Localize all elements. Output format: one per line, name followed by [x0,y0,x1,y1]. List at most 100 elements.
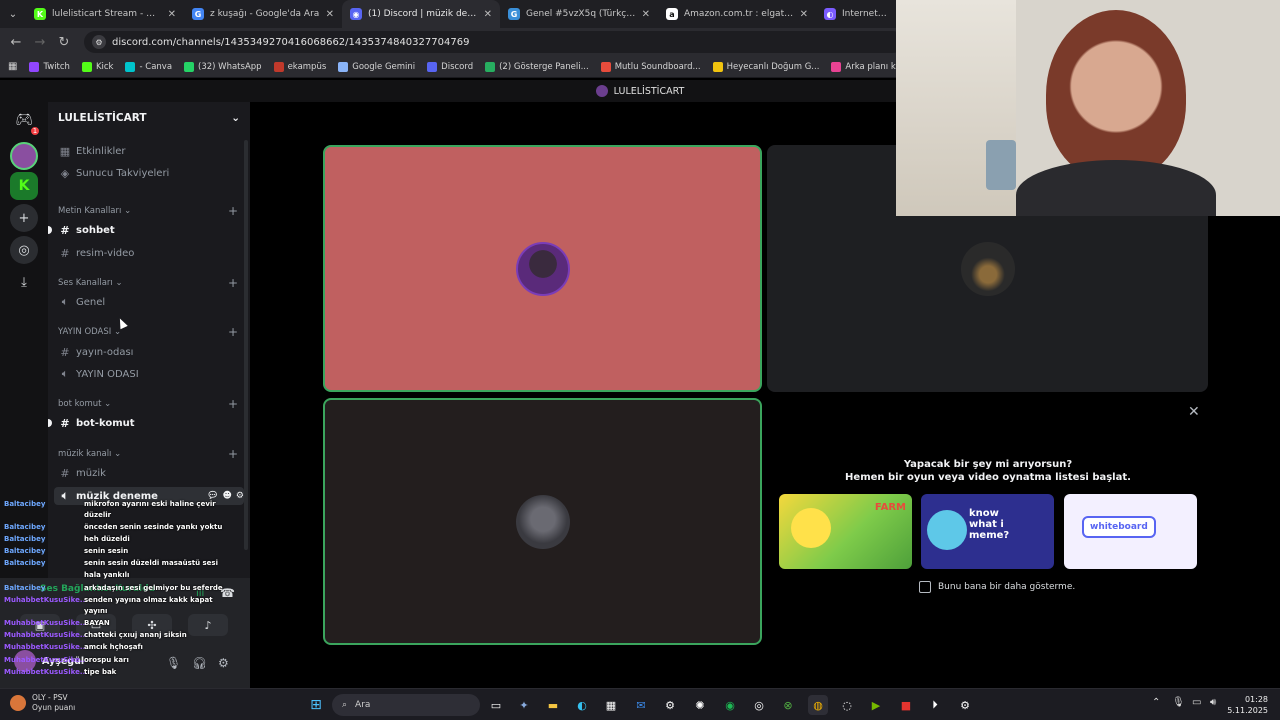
category-text-channels[interactable]: Metin Kanalları ⌄ + [58,204,238,218]
bookmark-favicon-icon [427,61,438,72]
edge-icon[interactable]: ◐ [572,695,592,715]
server-kick-icon[interactable]: K [10,172,38,200]
close-tab-icon[interactable]: ✕ [642,9,650,20]
channel-muzik[interactable]: # müzik [58,464,238,482]
obs-icon[interactable]: ◎ [749,695,769,715]
outlook-icon[interactable]: ✉ [631,695,651,715]
add-channel-icon[interactable]: + [228,204,238,218]
channel-genel[interactable]: 🔈︎ Genel [58,293,238,311]
file-explorer-icon[interactable]: ▬ [543,695,563,715]
chatgpt-icon[interactable]: ✺ [690,695,710,715]
chat-text: düzelir [84,511,112,519]
nvidia-icon[interactable]: ▶ [866,695,886,715]
sidebar-item-boosts[interactable]: ◈ Sunucu Takviyeleri [58,164,238,182]
add-channel-icon[interactable]: + [228,397,238,411]
media-player-icon[interactable]: ⏵ [925,695,945,715]
spotify-icon[interactable]: ◉ [720,695,740,715]
add-channel-icon[interactable]: + [228,276,238,290]
taskbar-search[interactable]: ⌕ Ara [332,694,480,716]
settings-icon[interactable]: ⚙ [955,695,975,715]
bookmark-item[interactable]: Discord [427,61,473,72]
add-server-icon[interactable]: + [10,204,38,232]
channel-yayin-odasi-text[interactable]: # yayın-odası [58,343,238,361]
download-icon[interactable]: ⤓ [10,268,38,296]
chat-message: Baltacibey önceden senin sesinde yankı yo… [4,523,222,532]
copilot-icon[interactable]: ✦ [514,695,534,715]
server-luleli-icon[interactable] [10,142,38,170]
search-icon: ⌕ [342,700,348,710]
close-tab-icon[interactable]: ✕ [168,9,176,20]
chat-username: MuhabbetKusuSike... [4,619,88,627]
dont-show-again-checkbox[interactable]: Bunu bana bir daha gösterme. [919,581,1075,593]
browser-tab[interactable]: G Genel #5vzX5q (Türkçe) - Gartic ✕ [500,0,658,28]
browser-tab[interactable]: ◐ İnternet Hız Testi [816,0,896,28]
reload-icon[interactable]: ↻ [52,35,76,50]
screen: ⌄ Klulelisticart Stream - Watch Live✕Gz … [0,0,1280,720]
system-clock[interactable]: 01:28 5.11.2025 [1227,694,1268,716]
address-bar[interactable]: ⚙ discord.com/channels/14353492704160686… [84,31,904,53]
site-info-icon[interactable]: ⚙ [92,35,106,49]
bookmark-item[interactable]: (32) WhatsApp [184,61,262,72]
bookmark-item[interactable]: Google Gemini [338,61,415,72]
channel-resim-video[interactable]: # resim-video [58,244,238,262]
participant-tile-speaking[interactable] [323,145,762,392]
category-yayin-odasi[interactable]: YAYIN ODASI ⌄ + [58,325,238,339]
chat-username: Baltacibey [4,523,46,531]
jamspace-whiteboard-card[interactable]: whiteboard [1064,494,1197,569]
apps-icon[interactable]: ▦ [8,61,17,72]
add-channel-icon[interactable]: + [228,447,238,461]
farm-merge-valley-card[interactable]: FARM [779,494,912,569]
bookmark-item[interactable]: (2) Gösterge Paneli... [485,61,589,72]
channel-sohbet[interactable]: # sohbet [48,221,238,239]
mic-tray-icon[interactable]: 🎙︎ [1172,697,1185,708]
webcam-overlay [896,0,1280,216]
hashtag-icon: # [60,416,70,430]
close-tab-icon[interactable]: ✕ [484,9,492,20]
chat-text: yayını [84,607,108,615]
back-icon[interactable]: ← [4,35,28,50]
browser-tab[interactable]: a Amazon.com.tr : elgato mikrofon ✕ [658,0,816,28]
know-what-i-meme-card[interactable]: know what i meme? [921,494,1054,569]
browser-tab[interactable]: Klulelisticart Stream - Watch Live ✕ [26,0,184,28]
widgets-button[interactable]: OLY - PSV Oyun puanı [10,693,75,713]
channel-yayin-odasi-voice[interactable]: 🔈︎ YAYIN ODASI [58,365,238,383]
tab-title: z kuşağı - Google'da Ara [210,9,320,19]
app-red-icon[interactable]: ■ [896,695,916,715]
bookmark-item[interactable]: Kick [81,61,113,72]
tab-search-icon[interactable]: ⌄ [0,0,26,28]
close-tab-icon[interactable]: ✕ [800,9,808,20]
category-voice-channels[interactable]: Ses Kanalları ⌄ + [58,276,238,290]
browser-tab[interactable]: ◉ (1) Discord | müzik deneme ✕ [342,0,500,28]
bookmark-item[interactable]: Mutlu Soundboard... [600,61,701,72]
bookmark-item[interactable]: Twitch [29,61,70,72]
store-icon[interactable]: ▦ [601,695,621,715]
channel-bot-komut[interactable]: # bot-komut [48,414,238,432]
checkbox-box[interactable] [919,581,931,593]
close-tab-icon[interactable]: ✕ [326,9,334,20]
category-muzik-kanali[interactable]: müzik kanalı ⌄ + [58,447,238,461]
server-header[interactable]: LULELİSTİCART ⌄ [48,102,250,134]
direct-messages-icon[interactable]: 🎮︎ 1 [10,106,41,137]
category-bot-komut[interactable]: bot komut ⌄ + [58,397,238,411]
start-icon[interactable]: ⊞ [306,695,326,715]
display-tray-icon[interactable]: ▭ [1192,697,1201,708]
steam-icon[interactable]: ⚙ [660,695,680,715]
chrome-icon[interactable]: ◍ [808,695,828,715]
forward-icon[interactable]: → [28,35,52,50]
bookmark-item[interactable]: ekampüs [273,61,326,72]
bookmark-item[interactable]: - Canva [125,61,172,72]
app-icon[interactable]: ◌ [837,695,857,715]
sidebar-item-events[interactable]: ▦ Etkinlikler [58,142,238,160]
discover-icon[interactable]: ◎ [10,236,38,264]
bookmark-item[interactable]: Heyecanlı Doğum G... [712,61,819,72]
participant-tile-active[interactable] [323,398,762,645]
xbox-icon[interactable]: ⊗ [778,695,798,715]
close-icon[interactable]: ✕ [1188,404,1200,420]
tab-title: lulelisticart Stream - Watch Live [52,9,162,19]
add-channel-icon[interactable]: + [228,325,238,339]
browser-tab[interactable]: Gz kuşağı - Google'da Ara ✕ [184,0,342,28]
unread-indicator [48,226,52,234]
chevron-up-icon[interactable]: ⌃ [1152,697,1160,708]
task-view-icon[interactable]: ▭ [486,695,506,715]
volume-icon[interactable]: 🔊︎ [1210,697,1216,708]
